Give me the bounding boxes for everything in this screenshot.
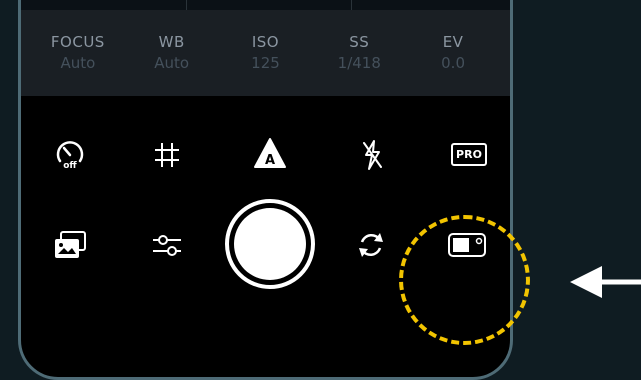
- param-value: Auto: [154, 54, 190, 72]
- shutter-inner: [234, 208, 306, 280]
- pro-mode-icon[interactable]: PRO: [447, 137, 491, 171]
- param-value: 125: [251, 54, 280, 72]
- timer-off-icon[interactable]: off: [50, 135, 90, 175]
- pro-label: PRO: [451, 142, 487, 166]
- param-label: FOCUS: [50, 33, 105, 51]
- divider: [351, 0, 352, 10]
- highlight-circle: [399, 215, 530, 345]
- param-focus[interactable]: FOCUS Auto: [38, 32, 118, 74]
- param-label: EV: [442, 33, 464, 51]
- param-ss[interactable]: SS 1/418: [319, 32, 399, 74]
- param-value: 0.0: [441, 54, 465, 72]
- svg-text:off: off: [63, 161, 77, 171]
- auto-mode-icon[interactable]: A: [249, 133, 291, 175]
- param-label: SS: [349, 33, 370, 51]
- param-value: 1/418: [337, 54, 381, 72]
- param-label: ISO: [251, 33, 280, 51]
- top-strip: [21, 0, 510, 10]
- param-label: WB: [158, 33, 185, 51]
- divider: [186, 0, 187, 10]
- switch-camera-icon[interactable]: [351, 225, 391, 265]
- shutter-button[interactable]: [225, 199, 315, 289]
- grid-icon[interactable]: [147, 135, 187, 175]
- svg-text:A: A: [265, 153, 275, 168]
- flash-off-icon[interactable]: [352, 135, 392, 175]
- settings-sliders-icon[interactable]: [147, 225, 187, 265]
- param-iso[interactable]: ISO 125: [225, 32, 305, 74]
- param-value: Auto: [60, 54, 96, 72]
- param-ev[interactable]: EV 0.0: [413, 32, 493, 74]
- param-wb[interactable]: WB Auto: [132, 32, 212, 74]
- pointer-arrow-icon: [568, 262, 641, 302]
- camera-params-bar: FOCUS Auto WB Auto ISO 125 SS 1/418 EV 0…: [21, 10, 510, 96]
- gallery-icon[interactable]: [50, 225, 90, 265]
